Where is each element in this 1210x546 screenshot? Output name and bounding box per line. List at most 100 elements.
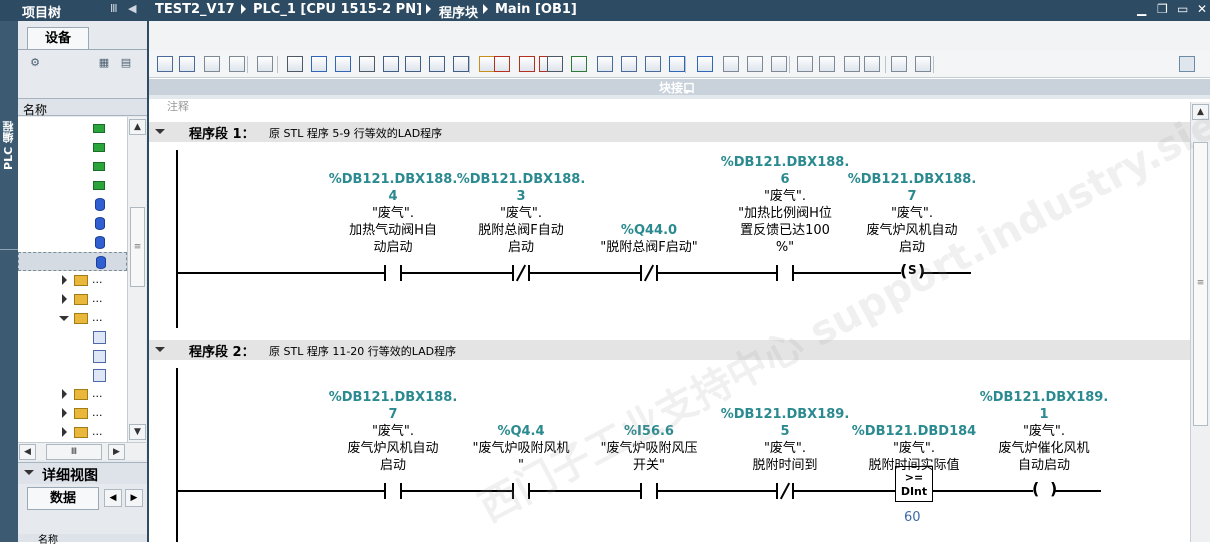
pin-icon[interactable]: Ⅲ <box>110 2 118 15</box>
tree-item[interactable] <box>18 233 127 252</box>
restore-icon[interactable]: ❐ <box>1157 2 1168 16</box>
toolbar-tool-icon[interactable] <box>229 56 245 72</box>
scroll-up-icon[interactable]: ▲ <box>129 119 146 135</box>
operand-label[interactable]: %DB121.DBX189. 5 "废气". 脱附时间到 <box>719 406 851 474</box>
tree-item[interactable]: ... <box>18 271 127 290</box>
network-comment[interactable]: 原 STL 程序 11-20 行等效的LAD程序 <box>269 343 456 359</box>
toolbar-tool-icon[interactable] <box>747 56 763 72</box>
editor-scroll-up-icon[interactable]: ▲ <box>1192 104 1209 120</box>
toolbar-tool-icon[interactable] <box>669 56 685 72</box>
toolbar-tool-icon[interactable] <box>891 56 907 72</box>
toolbar-tool-icon[interactable] <box>621 56 637 72</box>
toolbar-tool-icon[interactable] <box>311 56 327 72</box>
toolbar-tool-icon[interactable] <box>547 56 563 72</box>
expand-toggle-icon[interactable] <box>62 275 67 285</box>
block-interface-bar[interactable]: 块接口 <box>149 79 1210 95</box>
toolbar-tool-icon[interactable] <box>723 56 739 72</box>
toolbar-tool-icon[interactable] <box>771 56 787 72</box>
operand-label[interactable]: %DB121.DBX189. 1 "废气". 废气炉催化风机 自动启动 <box>978 389 1110 474</box>
tree-item[interactable]: ... <box>18 423 127 442</box>
operand-label[interactable]: %I56.6 "废气炉吸附风压 开关" <box>583 423 715 474</box>
tree-item[interactable]: ... <box>18 309 127 328</box>
close-icon[interactable]: ✕ <box>1197 2 1207 16</box>
plc-programming-vertical-tab[interactable]: PLC 编程 <box>1 121 17 170</box>
project-tree-list[interactable]: .................. <box>18 117 127 442</box>
breadcrumb-item[interactable]: TEST2_V17 <box>155 2 235 17</box>
add-device-icon[interactable]: ▤ <box>118 55 134 71</box>
device-settings-icon[interactable]: ⚙ <box>27 55 43 71</box>
expand-toggle-icon[interactable] <box>62 389 67 399</box>
tree-item[interactable] <box>18 138 127 157</box>
tree-horizontal-scrollbar[interactable]: ◀ Ⅲ ▶ <box>18 442 146 460</box>
toolbar-tool-icon[interactable] <box>645 56 661 72</box>
operand-label[interactable]: %Q44.0 "脱附总阀F启动" <box>583 222 715 256</box>
expand-toggle-icon[interactable] <box>62 408 67 418</box>
toolbar-tool-icon[interactable] <box>479 56 495 72</box>
network-comment[interactable]: 原 STL 程序 5-9 行等效的LAD程序 <box>269 125 442 141</box>
toolbar-tool-icon[interactable] <box>179 56 195 72</box>
toolbar-tool-icon[interactable] <box>915 56 931 72</box>
tree-item[interactable] <box>18 157 127 176</box>
toolbar-tool-icon[interactable] <box>453 56 469 72</box>
scroll-left-icon[interactable]: ◀ <box>19 444 36 460</box>
toolbar-tool-icon[interactable] <box>819 56 835 72</box>
breadcrumb-item[interactable]: 程序块 <box>439 2 478 21</box>
interface-expand-icon[interactable] <box>683 90 691 94</box>
tree-scroll-thumb[interactable]: ≡ <box>130 207 145 287</box>
tree-item[interactable] <box>18 252 127 271</box>
breadcrumb-item[interactable]: PLC_1 [CPU 1515-2 PN] <box>253 2 422 17</box>
toolbar-tool-icon[interactable] <box>405 56 421 72</box>
toolbar-tool-icon[interactable] <box>864 56 880 72</box>
expand-triangle-icon[interactable] <box>24 470 34 475</box>
toolbar-tool-icon[interactable] <box>335 56 351 72</box>
operand-label[interactable]: %Q4.4 "废气炉吸附风机 " <box>455 423 587 474</box>
tree-item[interactable] <box>18 195 127 214</box>
toolbar-tool-icon[interactable] <box>257 56 273 72</box>
operand-label[interactable]: %DB121.DBD184 "废气". 脱附时间实际值 <box>848 423 980 474</box>
toolbar-tool-icon[interactable] <box>494 56 510 72</box>
toolbar-tool-icon[interactable] <box>359 56 375 72</box>
nav-next-icon[interactable]: ▶ <box>125 489 143 507</box>
panel-layout-icon[interactable] <box>1179 56 1195 72</box>
collapse-left-icon[interactable]: ◀ <box>128 2 136 15</box>
toolbar-tool-icon[interactable] <box>697 56 713 72</box>
tab-data[interactable]: 数据 <box>27 487 99 510</box>
expand-toggle-icon[interactable] <box>59 316 69 321</box>
scroll-right-icon[interactable]: ▶ <box>108 444 125 460</box>
tree-item[interactable] <box>18 328 127 347</box>
tree-item[interactable]: ... <box>18 385 127 404</box>
expand-toggle-icon[interactable] <box>62 294 67 304</box>
editor-vertical-scrollbar[interactable]: ▲ ≡ <box>1190 102 1210 542</box>
tree-item[interactable] <box>18 366 127 385</box>
tree-item[interactable]: ... <box>18 404 127 423</box>
toolbar-tool-icon[interactable] <box>429 56 445 72</box>
operand-label[interactable]: %DB121.DBX188. 7 "废气". 废气炉风机自动 启动 <box>327 389 459 474</box>
float-icon[interactable]: ▭ <box>1177 2 1188 16</box>
expand-toggle-icon[interactable] <box>62 427 67 437</box>
toolbar-tool-icon[interactable] <box>844 56 860 72</box>
tree-item[interactable]: ... <box>18 290 127 309</box>
tree-vertical-scrollbar[interactable]: ▲ ≡ ▼ <box>127 117 146 442</box>
operand-label[interactable]: %DB121.DBX188. 4 "废气". 加热气动阀H自 动启动 <box>327 171 459 256</box>
toolbar-tool-icon[interactable] <box>383 56 399 72</box>
toolbar-tool-icon[interactable] <box>571 56 587 72</box>
tree-item[interactable] <box>18 176 127 195</box>
operand-label[interactable]: %DB121.DBX188. 6 "废气". "加热比例阀H位 置反馈已达100 … <box>719 154 851 256</box>
toolbar-tool-icon[interactable] <box>519 56 535 72</box>
network-collapse-icon[interactable] <box>155 129 165 134</box>
toolbar-tool-icon[interactable] <box>287 56 303 72</box>
breadcrumb-item[interactable]: Main [OB1] <box>495 2 577 17</box>
tree-item[interactable] <box>18 119 127 138</box>
operand-label[interactable]: %DB121.DBX188. 3 "废气". 脱附总阀F自动 启动 <box>455 171 587 256</box>
nav-prev-icon[interactable]: ◀ <box>104 489 122 507</box>
overview-grid-icon[interactable]: ▦ <box>96 55 112 71</box>
tree-hscroll-thumb[interactable]: Ⅲ <box>46 444 102 460</box>
compare-operand-2[interactable]: 60 <box>904 510 921 525</box>
operand-label[interactable]: %DB121.DBX188. 7 "废气". 废气炉风机自动 启动 <box>846 171 978 256</box>
minimize-icon[interactable]: ▁ <box>1137 2 1146 16</box>
detail-view-header[interactable]: 详细视图 <box>18 462 147 484</box>
toolbar-tool-icon[interactable] <box>204 56 220 72</box>
tab-devices[interactable]: 设备 <box>27 27 89 50</box>
network-header[interactable]: 程序段 2： 原 STL 程序 11-20 行等效的LAD程序 <box>149 340 1190 360</box>
tree-item[interactable] <box>18 214 127 233</box>
